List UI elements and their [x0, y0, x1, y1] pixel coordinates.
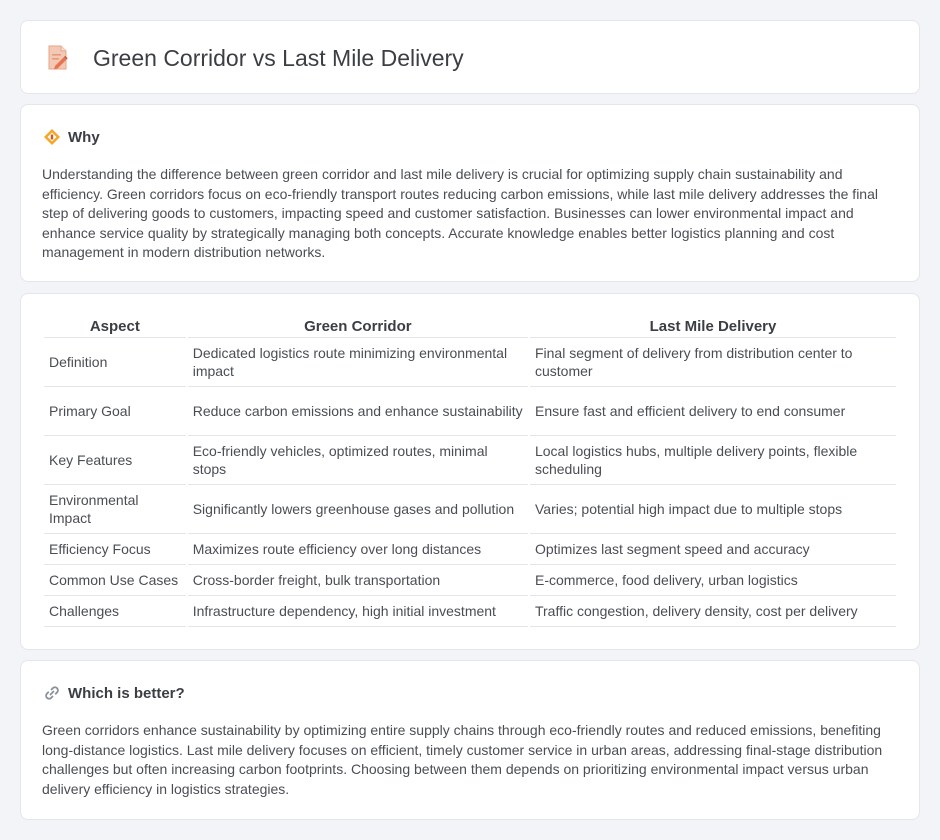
row-green-corridor: Dedicated logistics route minimizing env… — [187, 338, 528, 387]
better-card: Which is better? Green corridors enhance… — [20, 660, 920, 820]
header-last-mile-delivery: Last Mile Delivery — [529, 316, 896, 338]
row-green-corridor: Eco-friendly vehicles, optimized routes,… — [187, 436, 528, 485]
row-last-mile: Ensure fast and efficient delivery to en… — [529, 387, 896, 436]
document-pencil-icon — [48, 45, 68, 70]
better-heading-row: Which is better? — [43, 684, 185, 702]
better-text: Green corridors enhance sustainability b… — [42, 722, 883, 797]
row-aspect: Primary Goal — [44, 387, 186, 436]
row-last-mile: Varies; potential high impact due to mul… — [529, 485, 896, 534]
row-last-mile: Optimizes last segment speed and accurac… — [529, 534, 896, 565]
table-row: Key Features Eco-friendly vehicles, opti… — [44, 436, 896, 485]
row-aspect: Challenges — [44, 596, 186, 627]
row-green-corridor: Cross-border freight, bulk transportatio… — [187, 565, 528, 596]
table-row: Efficiency Focus Maximizes route efficie… — [44, 534, 896, 565]
page-title: Green Corridor vs Last Mile Delivery — [93, 44, 464, 71]
title-row: Green Corridor vs Last Mile Delivery — [21, 21, 919, 95]
row-aspect: Common Use Cases — [44, 565, 186, 596]
row-green-corridor: Significantly lowers greenhouse gases an… — [187, 485, 528, 534]
why-heading: Why — [68, 128, 100, 146]
row-last-mile: Traffic congestion, delivery density, co… — [529, 596, 896, 627]
row-last-mile: Final segment of delivery from distribut… — [529, 338, 896, 387]
table-row: Common Use Cases Cross-border freight, b… — [44, 565, 896, 596]
row-last-mile: Local logistics hubs, multiple delivery … — [529, 436, 896, 485]
comparison-card: Aspect Green Corridor Last Mile Delivery… — [20, 293, 920, 650]
why-text: Understanding the difference between gre… — [42, 166, 878, 261]
header-aspect: Aspect — [44, 316, 186, 338]
row-green-corridor: Infrastructure dependency, high initial … — [187, 596, 528, 627]
better-heading: Which is better? — [68, 684, 185, 702]
header-green-corridor: Green Corridor — [187, 316, 528, 338]
table-header-row: Aspect Green Corridor Last Mile Delivery — [44, 316, 896, 338]
row-aspect: Efficiency Focus — [44, 534, 186, 565]
row-aspect: Key Features — [44, 436, 186, 485]
why-card: Why Understanding the difference between… — [20, 104, 920, 282]
row-green-corridor: Maximizes route efficiency over long dis… — [187, 534, 528, 565]
row-aspect: Environmental Impact — [44, 485, 186, 534]
row-aspect: Definition — [44, 338, 186, 387]
row-last-mile: E-commerce, food delivery, urban logisti… — [529, 565, 896, 596]
title-card: Green Corridor vs Last Mile Delivery — [20, 20, 920, 94]
table-row: Challenges Infrastructure dependency, hi… — [44, 596, 896, 627]
diamond-sign-icon — [44, 129, 60, 145]
comparison-table: Aspect Green Corridor Last Mile Delivery… — [42, 316, 898, 627]
link-icon — [45, 686, 59, 700]
row-green-corridor: Reduce carbon emissions and enhance sust… — [187, 387, 528, 436]
table-row: Environmental Impact Significantly lower… — [44, 485, 896, 534]
table-row: Definition Dedicated logistics route min… — [44, 338, 896, 387]
table-row: Primary Goal Reduce carbon emissions and… — [44, 387, 896, 436]
why-heading-row: Why — [43, 128, 100, 146]
